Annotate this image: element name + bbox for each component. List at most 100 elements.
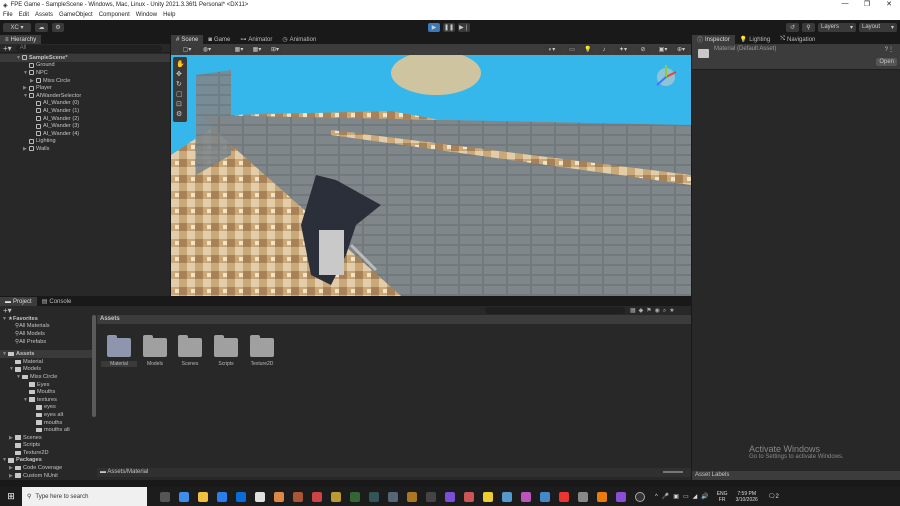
folder-scripts[interactable]: Scripts (208, 335, 244, 367)
project-folder-item[interactable]: Eyes (0, 381, 92, 389)
increment-dropdown[interactable]: ⊞▾ (267, 45, 283, 54)
app-icon[interactable] (254, 491, 265, 502)
folder-texture2d[interactable]: Texture2D (244, 335, 280, 367)
app-icon[interactable] (387, 491, 398, 502)
project-folder-item[interactable]: ▶ Scenes (0, 434, 92, 442)
open-button[interactable]: Open (876, 58, 897, 66)
windows-start-icon[interactable]: ⊞ (0, 491, 22, 502)
app-icon[interactable] (501, 491, 512, 502)
app-icon[interactable] (368, 491, 379, 502)
maximize-button[interactable]: ❐ (856, 0, 878, 8)
obs-icon[interactable] (634, 491, 645, 502)
lighting-toggle[interactable]: 💡 (583, 45, 593, 54)
gizmos-dropdown[interactable]: ⊕▾ (673, 45, 689, 54)
project-search[interactable] (485, 307, 625, 314)
hierarchy-item[interactable]: AI_Wander (3) (0, 122, 170, 130)
project-folder-item[interactable]: eyes (0, 404, 92, 412)
history-icon[interactable]: ↺ (786, 22, 799, 32)
notification-icon[interactable]: 🗨2 (768, 493, 779, 500)
hierarchy-item[interactable]: ▶ Walls (0, 145, 170, 153)
file-explorer-icon[interactable] (197, 491, 208, 502)
app-icon[interactable] (539, 491, 550, 502)
layout-dropdown[interactable]: Layout ▾ (859, 22, 897, 32)
folder-scenes[interactable]: Scenes (172, 335, 208, 367)
task-view-icon[interactable] (159, 491, 170, 502)
tab-animator[interactable]: ⊶ Animator (235, 35, 277, 44)
scene-viewport[interactable]: ✋ ✥ ↻ ▢ ⊡ ⚙ (171, 55, 691, 296)
play-button[interactable]: ▶ (428, 22, 440, 32)
menu-assets[interactable]: Assets (35, 12, 53, 18)
hierarchy-item[interactable]: Lighting (0, 138, 170, 146)
app-icon[interactable] (273, 491, 284, 502)
grid-dropdown[interactable]: ▦▾ (231, 45, 247, 54)
app-icon[interactable] (178, 491, 189, 502)
minimize-button[interactable]: — (834, 0, 856, 8)
draw-mode-dropdown[interactable]: ▢▾ (179, 45, 195, 54)
favorite-item[interactable]: ⚲ All Materials (0, 323, 92, 331)
project-folder-item[interactable]: ▶ Custom NUnit (0, 472, 92, 480)
create-button[interactable]: +▾ (3, 44, 12, 53)
camera-dropdown[interactable]: ▣▾ (655, 45, 671, 54)
favorites-header[interactable]: ▼ ★ Favorites (0, 315, 92, 323)
tab-game[interactable]: ◙ Game (203, 35, 235, 44)
app-icon[interactable] (311, 491, 322, 502)
favorite-item[interactable]: ⚲ All Prefabs (0, 338, 92, 346)
app-icon[interactable] (349, 491, 360, 502)
app-icon[interactable] (444, 491, 455, 502)
project-folder-item[interactable]: ▼ Miss Circle (0, 373, 92, 381)
project-folder-item[interactable]: Material (0, 358, 92, 366)
project-folder-item[interactable]: ▼ Assets (0, 350, 92, 358)
snap-dropdown[interactable]: ▦▾ (249, 45, 265, 54)
tab-navigation[interactable]: ⤭ Navigation (775, 35, 820, 44)
hierarchy-item[interactable]: AI_Wander (0) (0, 100, 170, 108)
gizmo-dropdown[interactable]: ◍▾ (199, 45, 215, 54)
hierarchy-item[interactable]: ▼ AIWanderSelector (0, 92, 170, 100)
project-folder-item[interactable]: Scripts (0, 442, 92, 450)
project-folder-item[interactable]: ▼ Models (0, 366, 92, 374)
language-indicator[interactable]: ENG FR (717, 491, 728, 503)
app-icon[interactable] (520, 491, 531, 502)
menu-file[interactable]: File (3, 12, 13, 18)
hierarchy-item[interactable]: ▼ SampleScene* (0, 54, 170, 62)
audio-toggle[interactable]: ♪ (599, 45, 609, 54)
step-button[interactable]: ▶❘ (458, 22, 470, 32)
2d-toggle[interactable]: ▭ (567, 45, 577, 54)
project-folder-item[interactable]: mouths (0, 419, 92, 427)
hierarchy-item[interactable]: AI_Wander (2) (0, 115, 170, 123)
project-folder-item[interactable]: eyes alt (0, 411, 92, 419)
tab-scene[interactable]: # Scene (171, 35, 204, 44)
hierarchy-item[interactable]: ▼ NPC (0, 69, 170, 77)
mail-icon[interactable] (235, 491, 246, 502)
menu-component[interactable]: Component (99, 12, 130, 18)
clock[interactable]: 7:59 PM 3/10/2026 (736, 491, 758, 503)
hierarchy-item[interactable]: ▶ Miss Circle (0, 77, 170, 85)
collab-button[interactable]: ⚙ (52, 22, 64, 32)
app-icon[interactable] (558, 491, 569, 502)
hierarchy-item[interactable]: Ground (0, 62, 170, 70)
icon-size-slider[interactable] (663, 471, 683, 473)
render-mode-dropdown[interactable]: ◐▾ (543, 45, 561, 54)
app-icon[interactable] (425, 491, 436, 502)
project-folder-item[interactable]: mouths alt (0, 426, 92, 434)
folder-material[interactable]: Material (101, 335, 137, 367)
blender-icon[interactable] (596, 491, 607, 502)
tab-console[interactable]: ▤ Console (37, 297, 77, 306)
taskbar-search[interactable]: ⚲ Type here to search (22, 487, 147, 506)
help-icon[interactable]: ?⋮ (885, 46, 894, 53)
hierarchy-item[interactable]: AI_Wander (4) (0, 130, 170, 138)
menu-window[interactable]: Window (136, 12, 157, 18)
app-icon[interactable] (463, 491, 474, 502)
breadcrumb-assets[interactable]: Assets (100, 316, 120, 322)
unity-icon[interactable] (577, 491, 588, 502)
tree-scrollbar[interactable] (92, 315, 96, 417)
cloud-button[interactable]: ☁ (35, 22, 48, 32)
menu-edit[interactable]: Edit (19, 12, 29, 18)
menu-gameobject[interactable]: GameObject (59, 12, 93, 18)
tab-lighting[interactable]: 💡 Lighting (735, 35, 776, 44)
account-button[interactable]: XC ▾ (3, 22, 31, 32)
project-folder-item[interactable]: Texture2D (0, 449, 92, 457)
hierarchy-item[interactable]: AI_Wander (1) (0, 107, 170, 115)
project-folder-item[interactable]: ▼ Packages (0, 457, 92, 465)
close-button[interactable]: ✕ (878, 0, 900, 8)
tab-project[interactable]: ▬ Project (0, 297, 37, 306)
